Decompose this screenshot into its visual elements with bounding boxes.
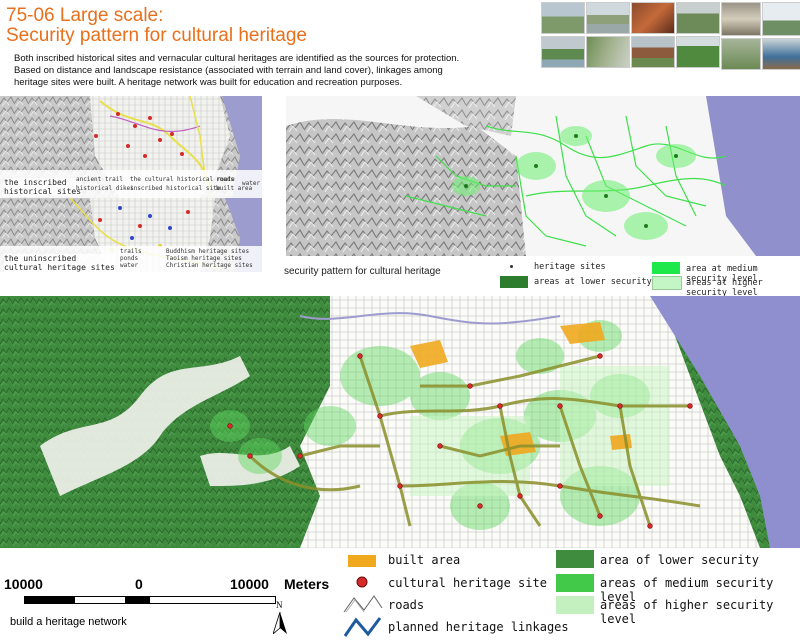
legend-heritage-sites: heritage sites bbox=[534, 262, 606, 272]
photo-canal bbox=[541, 36, 585, 68]
heritage-dot-icon bbox=[510, 265, 513, 268]
photo-strip bbox=[541, 2, 800, 70]
inset-inscribed-map: the inscribed historical sites ancient t… bbox=[0, 96, 262, 198]
legend-taoism: Taoism heritage sites bbox=[166, 255, 242, 262]
legend-higher-main: areas of higher security level bbox=[600, 598, 774, 626]
legend-water-2: water bbox=[120, 262, 139, 269]
north-arrow-icon bbox=[273, 612, 287, 634]
legend-lower-main: area of lower security bbox=[600, 553, 759, 567]
photo-hall bbox=[631, 36, 675, 68]
higher-swatch bbox=[652, 276, 682, 290]
north-arrow: N bbox=[270, 600, 290, 634]
photo-tower bbox=[762, 2, 800, 36]
title-line-2: Security pattern for cultural heritage bbox=[6, 25, 307, 46]
photo-fields bbox=[676, 36, 720, 68]
legend-ancient-trail: ancient trail bbox=[76, 176, 123, 183]
legend-heritage-site-main: cultural heritage site bbox=[388, 576, 547, 590]
legend-historical-dikes: historical dikes bbox=[76, 185, 134, 192]
legend-trails: trails bbox=[120, 248, 142, 255]
scale-mid-label: 0 bbox=[135, 576, 143, 592]
lower-swatch bbox=[500, 276, 528, 288]
medium-swatch bbox=[652, 262, 680, 274]
inset-inscribed-legend: ancient trail historical dikes the cultu… bbox=[76, 176, 262, 198]
main-legend: built area cultural heritage site roads … bbox=[340, 550, 800, 640]
medium-security-swatch bbox=[556, 574, 594, 592]
legend-higher: areas at higher security level bbox=[686, 278, 763, 298]
legend-christian: Christian heritage sites bbox=[166, 262, 253, 269]
lower-security-swatch bbox=[556, 550, 594, 568]
legend-planned-main: planned heritage linkages bbox=[388, 620, 569, 634]
scale-bar-graphic bbox=[24, 596, 276, 604]
inset-uninscribed-legend: trails ponds water Buddhism heritage sit… bbox=[120, 248, 260, 272]
security-pattern-svg bbox=[286, 96, 800, 256]
photo-temple bbox=[631, 2, 675, 34]
scale-right-label: 10000 bbox=[230, 576, 269, 592]
main-map-svg bbox=[0, 296, 800, 548]
built-area-swatch bbox=[348, 555, 376, 567]
footer-caption: build a heritage network bbox=[10, 616, 127, 628]
security-pattern-legend: heritage sites areas at lower security l… bbox=[500, 262, 800, 298]
heritage-site-icon bbox=[356, 576, 368, 588]
inset-inscribed-label: the inscribed historical sites bbox=[4, 178, 82, 196]
legend-built-area-main: built area bbox=[388, 553, 461, 567]
inset-uninscribed-label: the uninscribed cultural heritage sites bbox=[4, 254, 115, 272]
legend-inscribed-site: inscribed historical site bbox=[130, 185, 221, 192]
higher-security-swatch bbox=[556, 596, 594, 614]
legend-ponds: ponds bbox=[120, 255, 139, 262]
photo-river-dike bbox=[586, 2, 630, 34]
photo-village bbox=[676, 2, 720, 34]
legend-water: water bbox=[242, 180, 261, 187]
security-pattern-caption: security pattern for cultural heritage bbox=[284, 266, 441, 277]
inset-inscribed-label-1: the inscribed bbox=[4, 178, 67, 187]
page-title: 75-06 Large scale: Security pattern for … bbox=[6, 6, 307, 46]
main-heritage-network-map bbox=[0, 296, 800, 548]
photo-stele bbox=[721, 2, 761, 36]
north-label: N bbox=[276, 600, 283, 610]
description-text: Both inscribed historical sites and vern… bbox=[14, 53, 460, 88]
photo-statue bbox=[762, 38, 800, 70]
scale-left-label: 10000 bbox=[4, 576, 43, 592]
title-line-1: 75-06 Large scale: bbox=[6, 5, 164, 26]
photo-hills bbox=[541, 2, 585, 34]
inset-uninscribed-map: the uninscribed cultural heritage sites … bbox=[0, 198, 262, 272]
security-pattern-map bbox=[286, 96, 800, 256]
scale-unit-label: Meters bbox=[284, 576, 330, 592]
photo-path bbox=[586, 36, 630, 68]
photo-garden bbox=[721, 38, 761, 70]
inset-uninscribed-label-1: the uninscribed bbox=[4, 254, 77, 263]
roads-icon bbox=[343, 595, 383, 613]
inset-inscribed-label-2: historical sites bbox=[4, 187, 82, 196]
legend-roads-main: roads bbox=[388, 598, 425, 612]
inset-uninscribed-label-2: cultural heritage sites bbox=[4, 263, 115, 272]
legend-buddhism: Buddhism heritage sites bbox=[166, 248, 250, 255]
legend-roads: roads bbox=[216, 176, 235, 183]
planned-linkage-icon bbox=[343, 617, 382, 637]
